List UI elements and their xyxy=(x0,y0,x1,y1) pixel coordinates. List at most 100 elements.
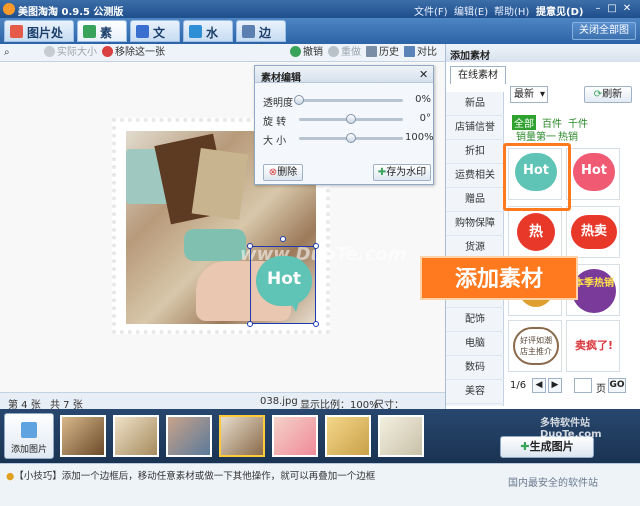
material-thumb[interactable]: 好评如潮 店主推介 xyxy=(508,320,562,372)
status-bar: 第 4 张 共 7 张 038.jpg 显示比例：100% 尺寸：310x310 xyxy=(0,392,445,422)
actual-size-button[interactable]: 实际大小 xyxy=(44,46,97,60)
film-thumb[interactable] xyxy=(378,415,424,457)
delete-icon: ⊗ xyxy=(268,167,278,178)
resize-handle[interactable] xyxy=(247,243,253,249)
chevron-down-icon: ▾ xyxy=(539,89,545,100)
material-thumb[interactable]: 热卖 xyxy=(566,206,620,258)
rotate-slider-knob[interactable] xyxy=(346,114,356,124)
delete-button[interactable]: ⊗删除 xyxy=(263,164,303,181)
refresh-button[interactable]: ⟳刷新 xyxy=(584,86,632,103)
sort-select[interactable]: 最新 ▾ xyxy=(510,86,548,103)
opacity-value: 0% xyxy=(415,94,431,105)
tab-material[interactable]: 素材 xyxy=(77,20,127,57)
tab-watermark[interactable]: 水印 xyxy=(183,20,233,57)
add-image-icon xyxy=(21,422,37,438)
actual-size-icon xyxy=(44,46,55,57)
history-icon xyxy=(366,46,377,57)
pager: 1/6 ◀ ▶ 页 GO xyxy=(506,376,636,396)
minimize-icon[interactable]: – xyxy=(592,3,604,14)
material-thumb[interactable]: 热 xyxy=(508,206,562,258)
resize-handle[interactable] xyxy=(313,321,319,327)
menu-help[interactable]: 帮助(H) xyxy=(494,3,529,18)
category-item[interactable]: 折扣 xyxy=(446,140,504,164)
title-bar: 美图淘淘 0.9.5 公测版 文件(F) 编辑(E) 帮助(H) 提意见(D) … xyxy=(0,0,640,18)
site-watermark-2: 多特软件站 DuoTe.com xyxy=(540,418,602,440)
history-button[interactable]: 历史 xyxy=(366,46,399,60)
refresh-label: 刷新 xyxy=(602,89,623,100)
photo-toy-car xyxy=(184,229,246,261)
category-item[interactable]: 数码 xyxy=(446,356,504,380)
film-thumb[interactable] xyxy=(325,415,371,457)
tab-image-processing[interactable]: 图片处理 xyxy=(4,20,74,57)
tab-frame[interactable]: 边框 xyxy=(236,20,286,57)
sort-value: 最新 xyxy=(514,89,534,100)
category-item[interactable]: 电脑 xyxy=(446,332,504,356)
size-value: 100% xyxy=(405,132,434,143)
redo-icon xyxy=(328,46,339,57)
filter-hot-sales[interactable]: 热销 xyxy=(558,128,578,143)
resize-handle[interactable] xyxy=(313,243,319,249)
thumb-label: Hot xyxy=(573,153,615,191)
category-item[interactable]: 购物保障 xyxy=(446,212,504,236)
film-thumb-selected[interactable] xyxy=(219,415,265,457)
add-image-button[interactable]: 添加图片 xyxy=(4,413,54,459)
close-all-button[interactable]: 关闭全部图 xyxy=(572,22,636,40)
maximize-icon[interactable]: □ xyxy=(606,3,618,14)
next-page-icon[interactable]: ▶ xyxy=(548,378,562,393)
tab-text[interactable]: 文字 xyxy=(130,20,180,57)
generate-label: 生成图片 xyxy=(529,440,574,453)
redo-label: 重做 xyxy=(341,47,361,58)
size-slider-knob[interactable] xyxy=(346,133,356,143)
category-item[interactable]: 新品 xyxy=(446,92,504,116)
film-thumb[interactable] xyxy=(272,415,318,457)
category-item[interactable]: 赠品 xyxy=(446,188,504,212)
thumb-label: 热 xyxy=(517,213,555,251)
undo-button[interactable]: 撤销 xyxy=(290,46,323,60)
material-thumb[interactable]: 卖疯了! xyxy=(566,320,620,372)
material-edit-panel: 素材编辑 ✕ 透明度 0% 旋 转 0° 大 小 100% ⊗删除 ✚存为水印 xyxy=(254,65,434,185)
thumb-label: 热卖 xyxy=(571,215,617,249)
file-name: 038.jpg xyxy=(260,396,298,407)
prev-page-icon[interactable]: ◀ xyxy=(532,378,546,393)
rotate-handle[interactable] xyxy=(280,236,286,242)
remove-image-button[interactable]: 移除这一张 xyxy=(102,46,165,60)
menu-file[interactable]: 文件(F) xyxy=(414,3,448,18)
close-window-icon[interactable]: ✕ xyxy=(621,3,633,14)
opacity-slider[interactable] xyxy=(299,99,403,102)
close-panel-icon[interactable]: ✕ xyxy=(419,68,428,81)
text-icon xyxy=(136,25,149,38)
add-material-callout: 添加素材 xyxy=(420,256,578,300)
page-input[interactable] xyxy=(574,378,592,393)
film-thumb[interactable] xyxy=(60,415,106,457)
rotate-label: 旋 转 xyxy=(263,117,287,128)
material-icon xyxy=(83,25,96,38)
tab-bar: 图片处理 素材 文字 水印 边框 xyxy=(0,18,640,57)
film-thumb[interactable] xyxy=(166,415,212,457)
redo-button[interactable]: 重做 xyxy=(328,46,361,60)
zoom-icon[interactable]: ⌕ xyxy=(4,46,10,60)
watermark-icon xyxy=(189,25,202,38)
opacity-slider-knob[interactable] xyxy=(294,95,304,105)
film-thumb[interactable] xyxy=(113,415,159,457)
site-slogan: 国内最安全的软件站 xyxy=(508,478,598,489)
save-watermark-button[interactable]: ✚存为水印 xyxy=(373,164,431,181)
save-watermark-icon: ✚ xyxy=(377,167,387,178)
resize-handle[interactable] xyxy=(247,321,253,327)
refresh-icon: ⟳ xyxy=(593,89,603,100)
category-item[interactable]: 配饰 xyxy=(446,308,504,332)
thumb-label: 本季热销 xyxy=(572,269,616,313)
compare-button[interactable]: 对比 xyxy=(404,46,437,60)
filter-top-sales[interactable]: 销量第一 xyxy=(516,128,556,143)
material-thumb[interactable]: Hot xyxy=(566,148,620,200)
rotate-value: 0° xyxy=(419,113,431,124)
menu-feedback[interactable]: 提意见(D) xyxy=(536,3,583,18)
menu-edit[interactable]: 编辑(E) xyxy=(454,3,488,18)
selection-box[interactable] xyxy=(250,246,316,324)
tip-text: ●【小技巧】添加一个边框后，移动任意素材或做一下其他操作，就可以再叠加一个边框 xyxy=(6,468,375,482)
category-item[interactable]: 运费相关 xyxy=(446,164,504,188)
category-item[interactable]: 美容 xyxy=(446,380,504,404)
tab-online-material[interactable]: 在线素材 xyxy=(450,66,506,84)
image-icon xyxy=(10,25,23,38)
category-item[interactable]: 店铺信誉 xyxy=(446,116,504,140)
go-button[interactable]: GO xyxy=(608,378,626,393)
